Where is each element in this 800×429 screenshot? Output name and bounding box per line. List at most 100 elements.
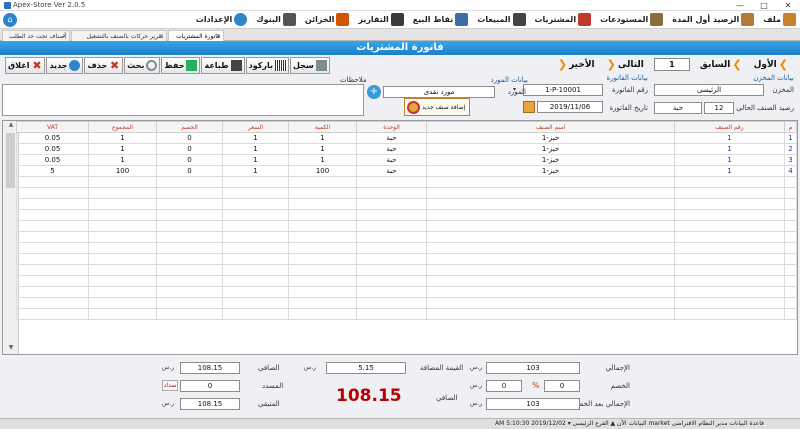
empty-cell[interactable] (222, 198, 289, 210)
empty-cell[interactable] (784, 231, 797, 243)
cell-index[interactable]: 4 (784, 165, 797, 177)
empty-cell[interactable] (426, 253, 675, 265)
menu-pos[interactable]: نقاط البيع (413, 13, 469, 26)
home-icon[interactable]: ⌂ (3, 13, 17, 27)
cell-vat[interactable]: 5 (16, 165, 89, 177)
col-header-price[interactable]: السعر (222, 121, 289, 133)
cell-quantity[interactable]: 1 (288, 143, 357, 155)
empty-cell[interactable] (16, 242, 89, 254)
empty-row[interactable] (16, 176, 797, 188)
cell-discount[interactable]: 0 (156, 165, 223, 177)
empty-cell[interactable] (88, 220, 157, 232)
empty-row[interactable] (16, 242, 797, 254)
empty-cell[interactable] (784, 286, 797, 298)
empty-cell[interactable] (222, 253, 289, 265)
empty-row[interactable] (16, 253, 797, 265)
tab-purchase-invoice[interactable]: ✕ فاتورة المشتريات (168, 30, 224, 41)
empty-cell[interactable] (674, 253, 785, 265)
menu-reports[interactable]: التقارير (358, 13, 404, 26)
empty-cell[interactable] (222, 275, 289, 287)
scroll-thumb[interactable] (6, 133, 15, 188)
last-record-button[interactable]: الأخير ❯ (556, 58, 595, 71)
empty-cell[interactable] (674, 297, 785, 309)
empty-cell[interactable] (156, 242, 223, 254)
empty-row[interactable] (16, 264, 797, 276)
empty-cell[interactable] (222, 220, 289, 232)
empty-cell[interactable] (356, 220, 427, 232)
table-row[interactable]: 4 1 خبز-1 حبة 100 1 0 100 5 (16, 165, 797, 177)
menu-purchases[interactable]: المشتريات (535, 13, 592, 26)
empty-cell[interactable] (674, 275, 785, 287)
empty-cell[interactable] (88, 308, 157, 320)
col-header-item-number[interactable]: رقم الصنف (674, 121, 785, 133)
print-button[interactable]: طباعة (201, 57, 245, 74)
empty-cell[interactable] (16, 231, 89, 243)
empty-cell[interactable] (784, 264, 797, 276)
empty-cell[interactable] (674, 308, 785, 320)
cell-vat[interactable]: 0.05 (16, 143, 89, 155)
cell-price[interactable]: 1 (222, 132, 289, 144)
empty-cell[interactable] (88, 209, 157, 221)
cell-quantity[interactable]: 100 (288, 165, 357, 177)
col-header-discount[interactable]: الخصم (156, 121, 223, 133)
empty-cell[interactable] (426, 275, 675, 287)
col-header-quantity[interactable]: الكمية (288, 121, 357, 133)
empty-cell[interactable] (156, 253, 223, 265)
barcode-button[interactable]: باركود (245, 57, 289, 74)
save-button[interactable]: حفظ (161, 57, 201, 74)
empty-cell[interactable] (156, 176, 223, 188)
cell-unit[interactable]: حبة (356, 132, 427, 144)
empty-cell[interactable] (16, 297, 89, 309)
cell-item-number[interactable]: 1 (674, 154, 785, 166)
empty-cell[interactable] (16, 209, 89, 221)
cell-item-name[interactable]: خبز-1 (426, 143, 675, 155)
invoice-number-field[interactable]: 1-P-10001 (523, 84, 603, 96)
menu-file[interactable]: ملف (763, 13, 796, 26)
empty-cell[interactable] (16, 220, 89, 232)
discount-value-field[interactable]: 0 (486, 380, 522, 392)
cell-subtotal[interactable]: 1 (88, 154, 157, 166)
empty-cell[interactable] (356, 209, 427, 221)
empty-cell[interactable] (156, 209, 223, 221)
empty-cell[interactable] (426, 187, 675, 199)
empty-cell[interactable] (288, 231, 357, 243)
cell-unit[interactable]: حبة (356, 165, 427, 177)
empty-cell[interactable] (222, 242, 289, 254)
empty-cell[interactable] (288, 286, 357, 298)
tab-item-movements-report[interactable]: ✕ تقرير حركات بالصنف بالتشغيل (71, 30, 167, 41)
empty-cell[interactable] (16, 253, 89, 265)
cell-subtotal[interactable]: 1 (88, 143, 157, 155)
table-row[interactable]: 1 1 خبز-1 حبة 1 1 0 1 0.05 (16, 132, 797, 144)
empty-cell[interactable] (156, 286, 223, 298)
empty-cell[interactable] (674, 264, 785, 276)
cell-index[interactable]: 3 (784, 154, 797, 166)
empty-cell[interactable] (426, 220, 675, 232)
empty-row[interactable] (16, 308, 797, 320)
empty-cell[interactable] (222, 209, 289, 221)
calendar-icon[interactable] (523, 101, 535, 113)
empty-cell[interactable] (674, 231, 785, 243)
empty-cell[interactable] (222, 286, 289, 298)
empty-cell[interactable] (426, 264, 675, 276)
close-button[interactable]: ✖ اغلاق (5, 57, 46, 74)
empty-cell[interactable] (356, 231, 427, 243)
empty-cell[interactable] (16, 308, 89, 320)
empty-cell[interactable] (88, 264, 157, 276)
first-record-button[interactable]: ❮ الأول (754, 58, 790, 71)
empty-cell[interactable] (88, 275, 157, 287)
empty-cell[interactable] (784, 209, 797, 221)
empty-row[interactable] (16, 187, 797, 199)
cell-subtotal[interactable]: 1 (88, 132, 157, 144)
empty-row[interactable] (16, 231, 797, 243)
empty-cell[interactable] (356, 297, 427, 309)
cell-unit[interactable]: حبة (356, 154, 427, 166)
empty-cell[interactable] (288, 264, 357, 276)
empty-cell[interactable] (16, 264, 89, 276)
empty-cell[interactable] (288, 176, 357, 188)
empty-cell[interactable] (288, 297, 357, 309)
record-number-input[interactable]: 1 (653, 58, 690, 71)
prev-record-button[interactable]: ❮ السابق (700, 58, 744, 71)
cell-unit[interactable]: حبة (356, 143, 427, 155)
empty-cell[interactable] (426, 297, 675, 309)
empty-cell[interactable] (288, 220, 357, 232)
